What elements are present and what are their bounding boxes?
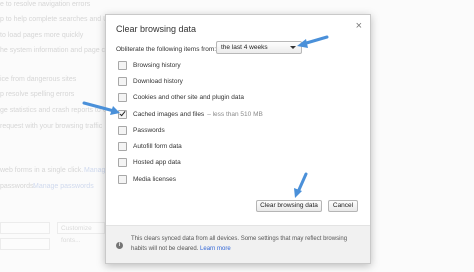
cache-size-note: – less than 510 MB xyxy=(207,110,263,118)
hosted-app-data-checkbox[interactable] xyxy=(118,157,127,167)
option-passwords[interactable]: Passwords xyxy=(118,125,165,135)
browsing-history-checkbox[interactable] xyxy=(118,60,127,70)
dialog-title: Clear browsing data xyxy=(116,24,197,34)
option-cookies[interactable]: Cookies and other site and plugin data xyxy=(118,92,244,102)
time-range-value: the last 4 weeks xyxy=(221,44,268,51)
option-label: Autofill form data xyxy=(133,142,182,150)
option-label: Download history xyxy=(133,77,183,85)
option-download-history[interactable]: Download history xyxy=(118,76,183,86)
info-icon: i xyxy=(116,242,123,249)
cancel-button[interactable]: Cancel xyxy=(328,200,358,212)
autofill-checkbox[interactable] xyxy=(118,141,127,151)
option-autofill[interactable]: Autofill form data xyxy=(118,141,182,151)
option-cached-images[interactable]: Cached images and files – less than 510 … xyxy=(118,109,263,119)
passwords-checkbox[interactable] xyxy=(118,125,127,135)
option-label: Cached images and files xyxy=(133,110,205,118)
clear-browsing-data-button[interactable]: Clear browsing data xyxy=(256,200,322,212)
sync-notice: This clears synced data from all devices… xyxy=(131,234,359,254)
dialog-footer: i This clears synced data from all devic… xyxy=(106,225,370,263)
sync-notice-text: This clears synced data from all devices… xyxy=(131,236,348,252)
option-label: Cookies and other site and plugin data xyxy=(133,93,244,101)
option-hosted-app-data[interactable]: Hosted app data xyxy=(118,157,181,167)
option-label: Media licenses xyxy=(133,175,176,183)
option-browsing-history[interactable]: Browsing history xyxy=(118,60,181,70)
option-label: Passwords xyxy=(133,126,165,134)
cookies-checkbox[interactable] xyxy=(118,92,127,102)
media-licenses-checkbox[interactable] xyxy=(118,174,127,184)
option-label: Browsing history xyxy=(133,61,181,69)
time-range-select[interactable]: the last 4 weeks xyxy=(216,41,302,54)
chevron-down-icon xyxy=(290,46,296,49)
option-label: Hosted app data xyxy=(133,158,181,166)
clear-browsing-data-dialog: Clear browsing data × Obliterate the fol… xyxy=(105,14,371,264)
cached-images-checkbox[interactable] xyxy=(118,109,127,119)
obliterate-label: Obliterate the following items from: xyxy=(116,46,217,53)
option-media-licenses[interactable]: Media licenses xyxy=(118,174,176,184)
learn-more-link[interactable]: Learn more xyxy=(200,246,231,252)
download-history-checkbox[interactable] xyxy=(118,76,127,86)
close-icon[interactable]: × xyxy=(356,20,362,32)
